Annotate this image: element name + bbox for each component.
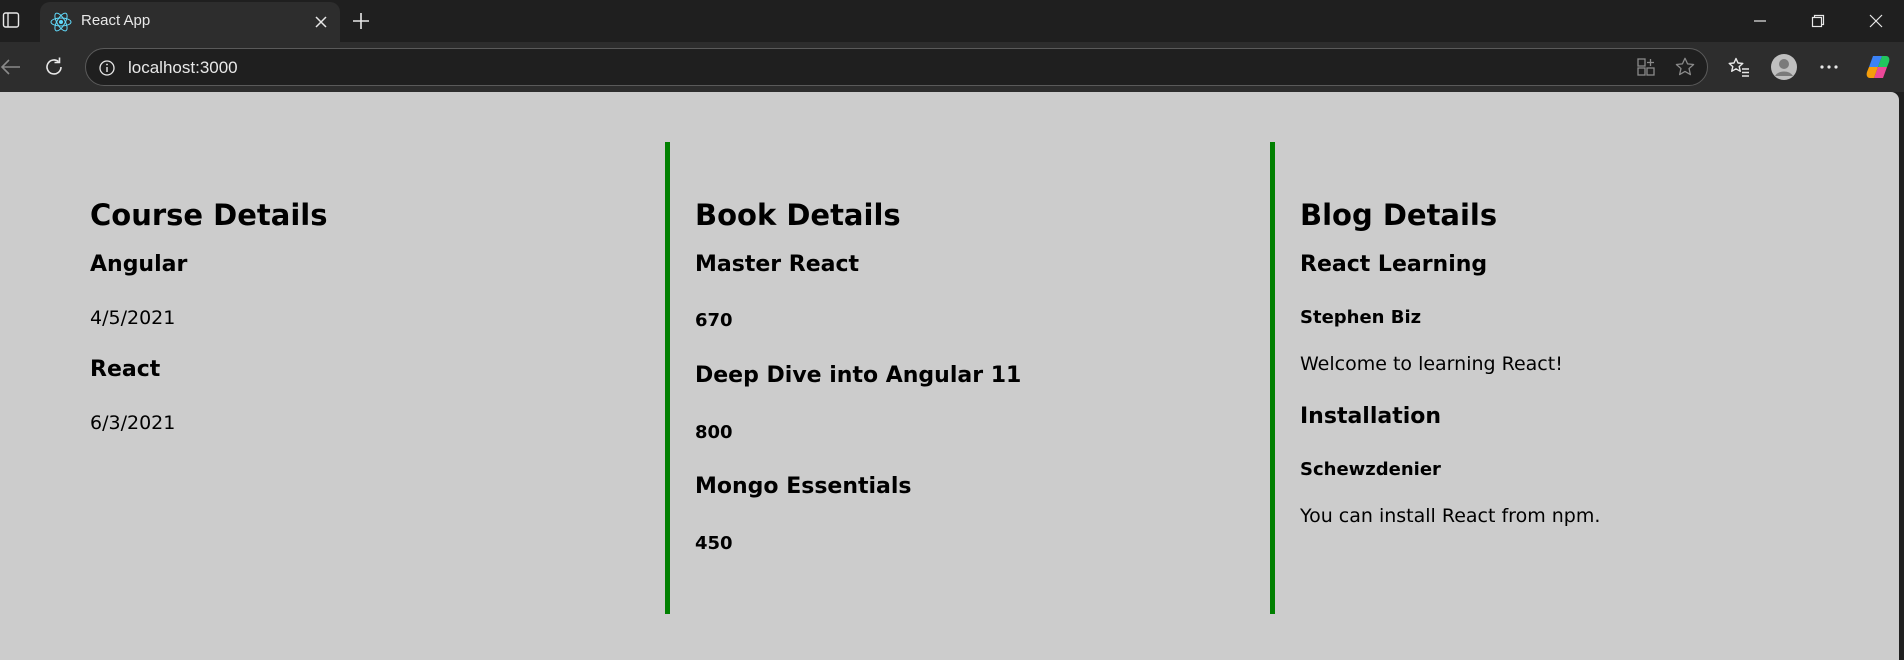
blog-details-title: Blog Details [1300,198,1498,232]
book-name: Master React [695,252,860,277]
blog-content: Welcome to learning React! [1300,353,1563,375]
tab-bar: React App [0,0,1904,42]
app-available-icon[interactable] [1636,57,1656,81]
course-details-title: Course Details [90,198,328,232]
tab-actions-icon[interactable] [0,8,22,32]
course-name: React [90,357,161,382]
new-tab-icon[interactable] [348,8,374,34]
react-logo-icon [50,11,72,37]
address-bar[interactable]: localhost:3000 [85,48,1708,86]
book-details-section: Book Details Master React 670 Deep Dive … [665,142,1205,614]
minimize-icon[interactable] [1740,8,1780,34]
book-details-title: Book Details [695,198,901,232]
book-name: Mongo Essentials [695,474,912,499]
book-price: 800 [695,422,733,443]
url-text[interactable]: localhost:3000 [128,58,238,78]
tab-react-app[interactable]: React App [40,2,340,42]
course-date: 4/5/2021 [90,307,176,329]
blog-details-section: Blog Details React Learning Stephen Biz … [1270,142,1810,614]
blog-author: Schewzdenier [1300,459,1441,480]
reload-icon[interactable] [42,55,66,79]
page-content: Course Details Angular 4/5/2021 React 6/… [0,92,1899,660]
more-options-icon[interactable] [1815,53,1843,81]
restore-icon[interactable] [1798,8,1838,34]
book-name: Deep Dive into Angular 11 [695,363,1022,388]
book-price: 670 [695,310,733,331]
favorites-icon[interactable] [1725,53,1753,81]
browser-toolbar: localhost:3000 [0,42,1904,92]
favorite-star-icon[interactable] [1674,56,1696,82]
course-date: 6/3/2021 [90,412,176,434]
blog-title: Installation [1300,404,1442,429]
close-tab-icon[interactable] [312,13,330,31]
copilot-icon[interactable] [1864,53,1892,81]
site-info-icon[interactable] [98,59,116,81]
back-arrow-icon[interactable] [0,55,22,79]
tab-title: React App [81,12,151,29]
profile-avatar-icon[interactable] [1770,53,1798,81]
blog-author: Stephen Biz [1300,307,1422,328]
course-name: Angular [90,252,188,277]
book-price: 450 [695,533,733,554]
blog-content: You can install React from npm. [1300,505,1601,527]
close-window-icon[interactable] [1856,8,1896,34]
blog-title: React Learning [1300,252,1488,277]
